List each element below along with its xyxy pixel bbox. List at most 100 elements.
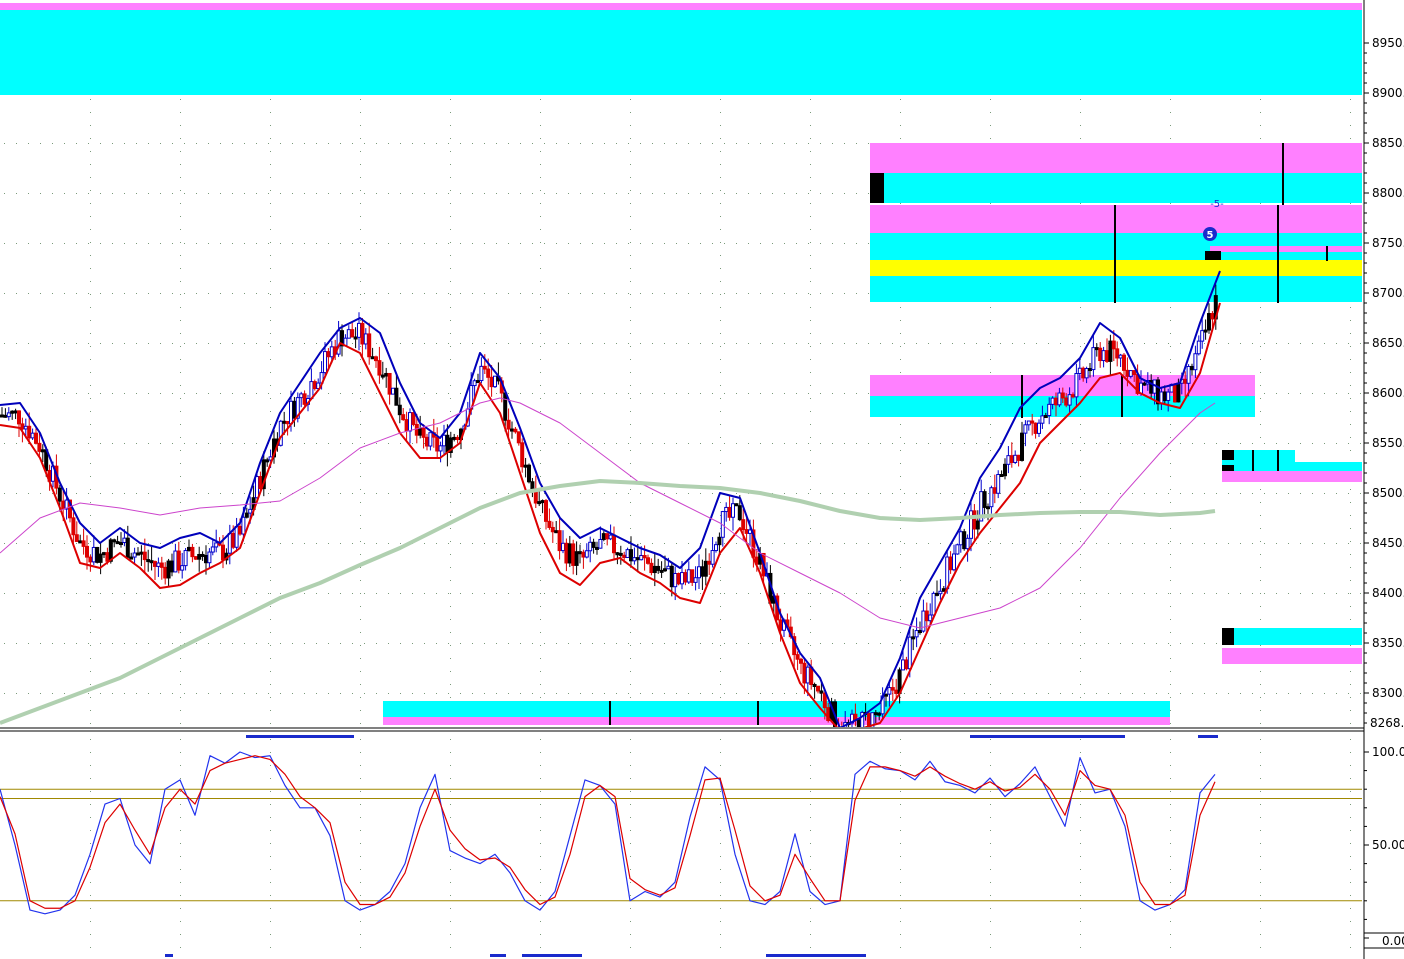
grid-dot — [532, 293, 533, 294]
grid-dot — [340, 193, 341, 194]
grid-dot — [604, 493, 605, 494]
grid-dot — [360, 346, 361, 347]
grid-dot — [172, 693, 173, 694]
grid-dot — [808, 543, 809, 544]
candle-body — [724, 506, 729, 513]
grid-dot — [1036, 643, 1037, 644]
grid-dot — [28, 193, 29, 194]
grid-dot — [90, 619, 91, 620]
signal-bar — [490, 954, 506, 957]
grid-dot — [820, 343, 821, 344]
grid-dot — [436, 393, 437, 394]
grid-dot — [1350, 908, 1351, 909]
grid-dot — [1170, 791, 1171, 792]
grid-dot — [720, 817, 721, 818]
grid-dot — [1260, 697, 1261, 698]
grid-dot — [220, 393, 221, 394]
grid-dot — [1350, 684, 1351, 685]
grid-dot — [360, 255, 361, 256]
grid-dot — [136, 243, 137, 244]
grid-dot — [180, 281, 181, 282]
grid-dot — [1350, 125, 1351, 126]
grid-dot — [796, 693, 797, 694]
grid-dot — [376, 393, 377, 394]
candle-body — [323, 351, 327, 374]
grid-dot — [1170, 895, 1171, 896]
grid-dot — [856, 643, 857, 644]
candle-body — [255, 476, 259, 499]
grid-dot — [112, 393, 113, 394]
grid-dot — [556, 493, 557, 494]
grid-dot — [540, 739, 541, 740]
grid-dot — [88, 293, 89, 294]
grid-dot — [364, 293, 365, 294]
grid-dot — [424, 593, 425, 594]
grid-dot — [592, 443, 593, 444]
candle-body — [673, 572, 678, 588]
grid-dot — [990, 359, 991, 360]
grid-dot — [630, 528, 631, 529]
grid-dot — [1080, 112, 1081, 113]
grid-dot — [340, 693, 341, 694]
grid-dot — [630, 843, 631, 844]
grid-dot — [760, 393, 761, 394]
grid-dot — [1170, 99, 1171, 100]
grid-dot — [244, 143, 245, 144]
grid-dot — [1108, 693, 1109, 694]
candle-body — [975, 520, 980, 530]
grid-dot — [1300, 543, 1301, 544]
grid-dot — [676, 393, 677, 394]
grid-dot — [772, 243, 773, 244]
grid-dot — [540, 895, 541, 896]
grid-dot — [232, 293, 233, 294]
grid-dot — [304, 243, 305, 244]
grid-dot — [540, 593, 541, 594]
grid-dot — [52, 643, 53, 644]
grid-dot — [940, 443, 941, 444]
grid-dot — [900, 437, 901, 438]
grid-dot — [148, 193, 149, 194]
grid-dot — [220, 493, 221, 494]
grid-dot — [360, 541, 361, 542]
grid-dot — [964, 643, 965, 644]
grid-dot — [990, 528, 991, 529]
candle-body — [574, 551, 579, 566]
grid-dot — [270, 242, 271, 243]
grid-dot — [630, 619, 631, 620]
grid-dot — [900, 450, 901, 451]
grid-dot — [568, 193, 569, 194]
candle-body — [210, 546, 215, 553]
grid-dot — [450, 658, 451, 659]
grid-dot — [90, 778, 91, 779]
grid-dot — [544, 443, 545, 444]
grid-dot — [1324, 443, 1325, 444]
grid-dot — [868, 593, 869, 594]
grid-dot — [136, 443, 137, 444]
grid-dot — [712, 343, 713, 344]
grid-dot — [136, 393, 137, 394]
grid-dot — [52, 493, 53, 494]
grid-dot — [900, 895, 901, 896]
grid-dot — [1324, 543, 1325, 544]
price-zone — [383, 717, 1170, 725]
grid-dot — [832, 193, 833, 194]
grid-dot — [592, 243, 593, 244]
grid-dot — [52, 243, 53, 244]
grid-dot — [376, 443, 377, 444]
axis-tick-label: 8950. — [1372, 36, 1404, 50]
candle-body — [57, 487, 62, 502]
grid-dot — [270, 554, 271, 555]
grid-dot — [900, 502, 901, 503]
grid-dot — [90, 697, 91, 698]
candle-body — [622, 554, 627, 559]
grid-dot — [360, 843, 361, 844]
grid-dot — [1120, 493, 1121, 494]
grid-dot — [904, 343, 905, 344]
grid-dot — [540, 921, 541, 922]
grid-dot — [810, 372, 811, 373]
grid-dot — [292, 643, 293, 644]
grid-dot — [1276, 443, 1277, 444]
grid-dot — [270, 216, 271, 217]
grid-dot — [640, 643, 641, 644]
grid-dot — [1072, 343, 1073, 344]
